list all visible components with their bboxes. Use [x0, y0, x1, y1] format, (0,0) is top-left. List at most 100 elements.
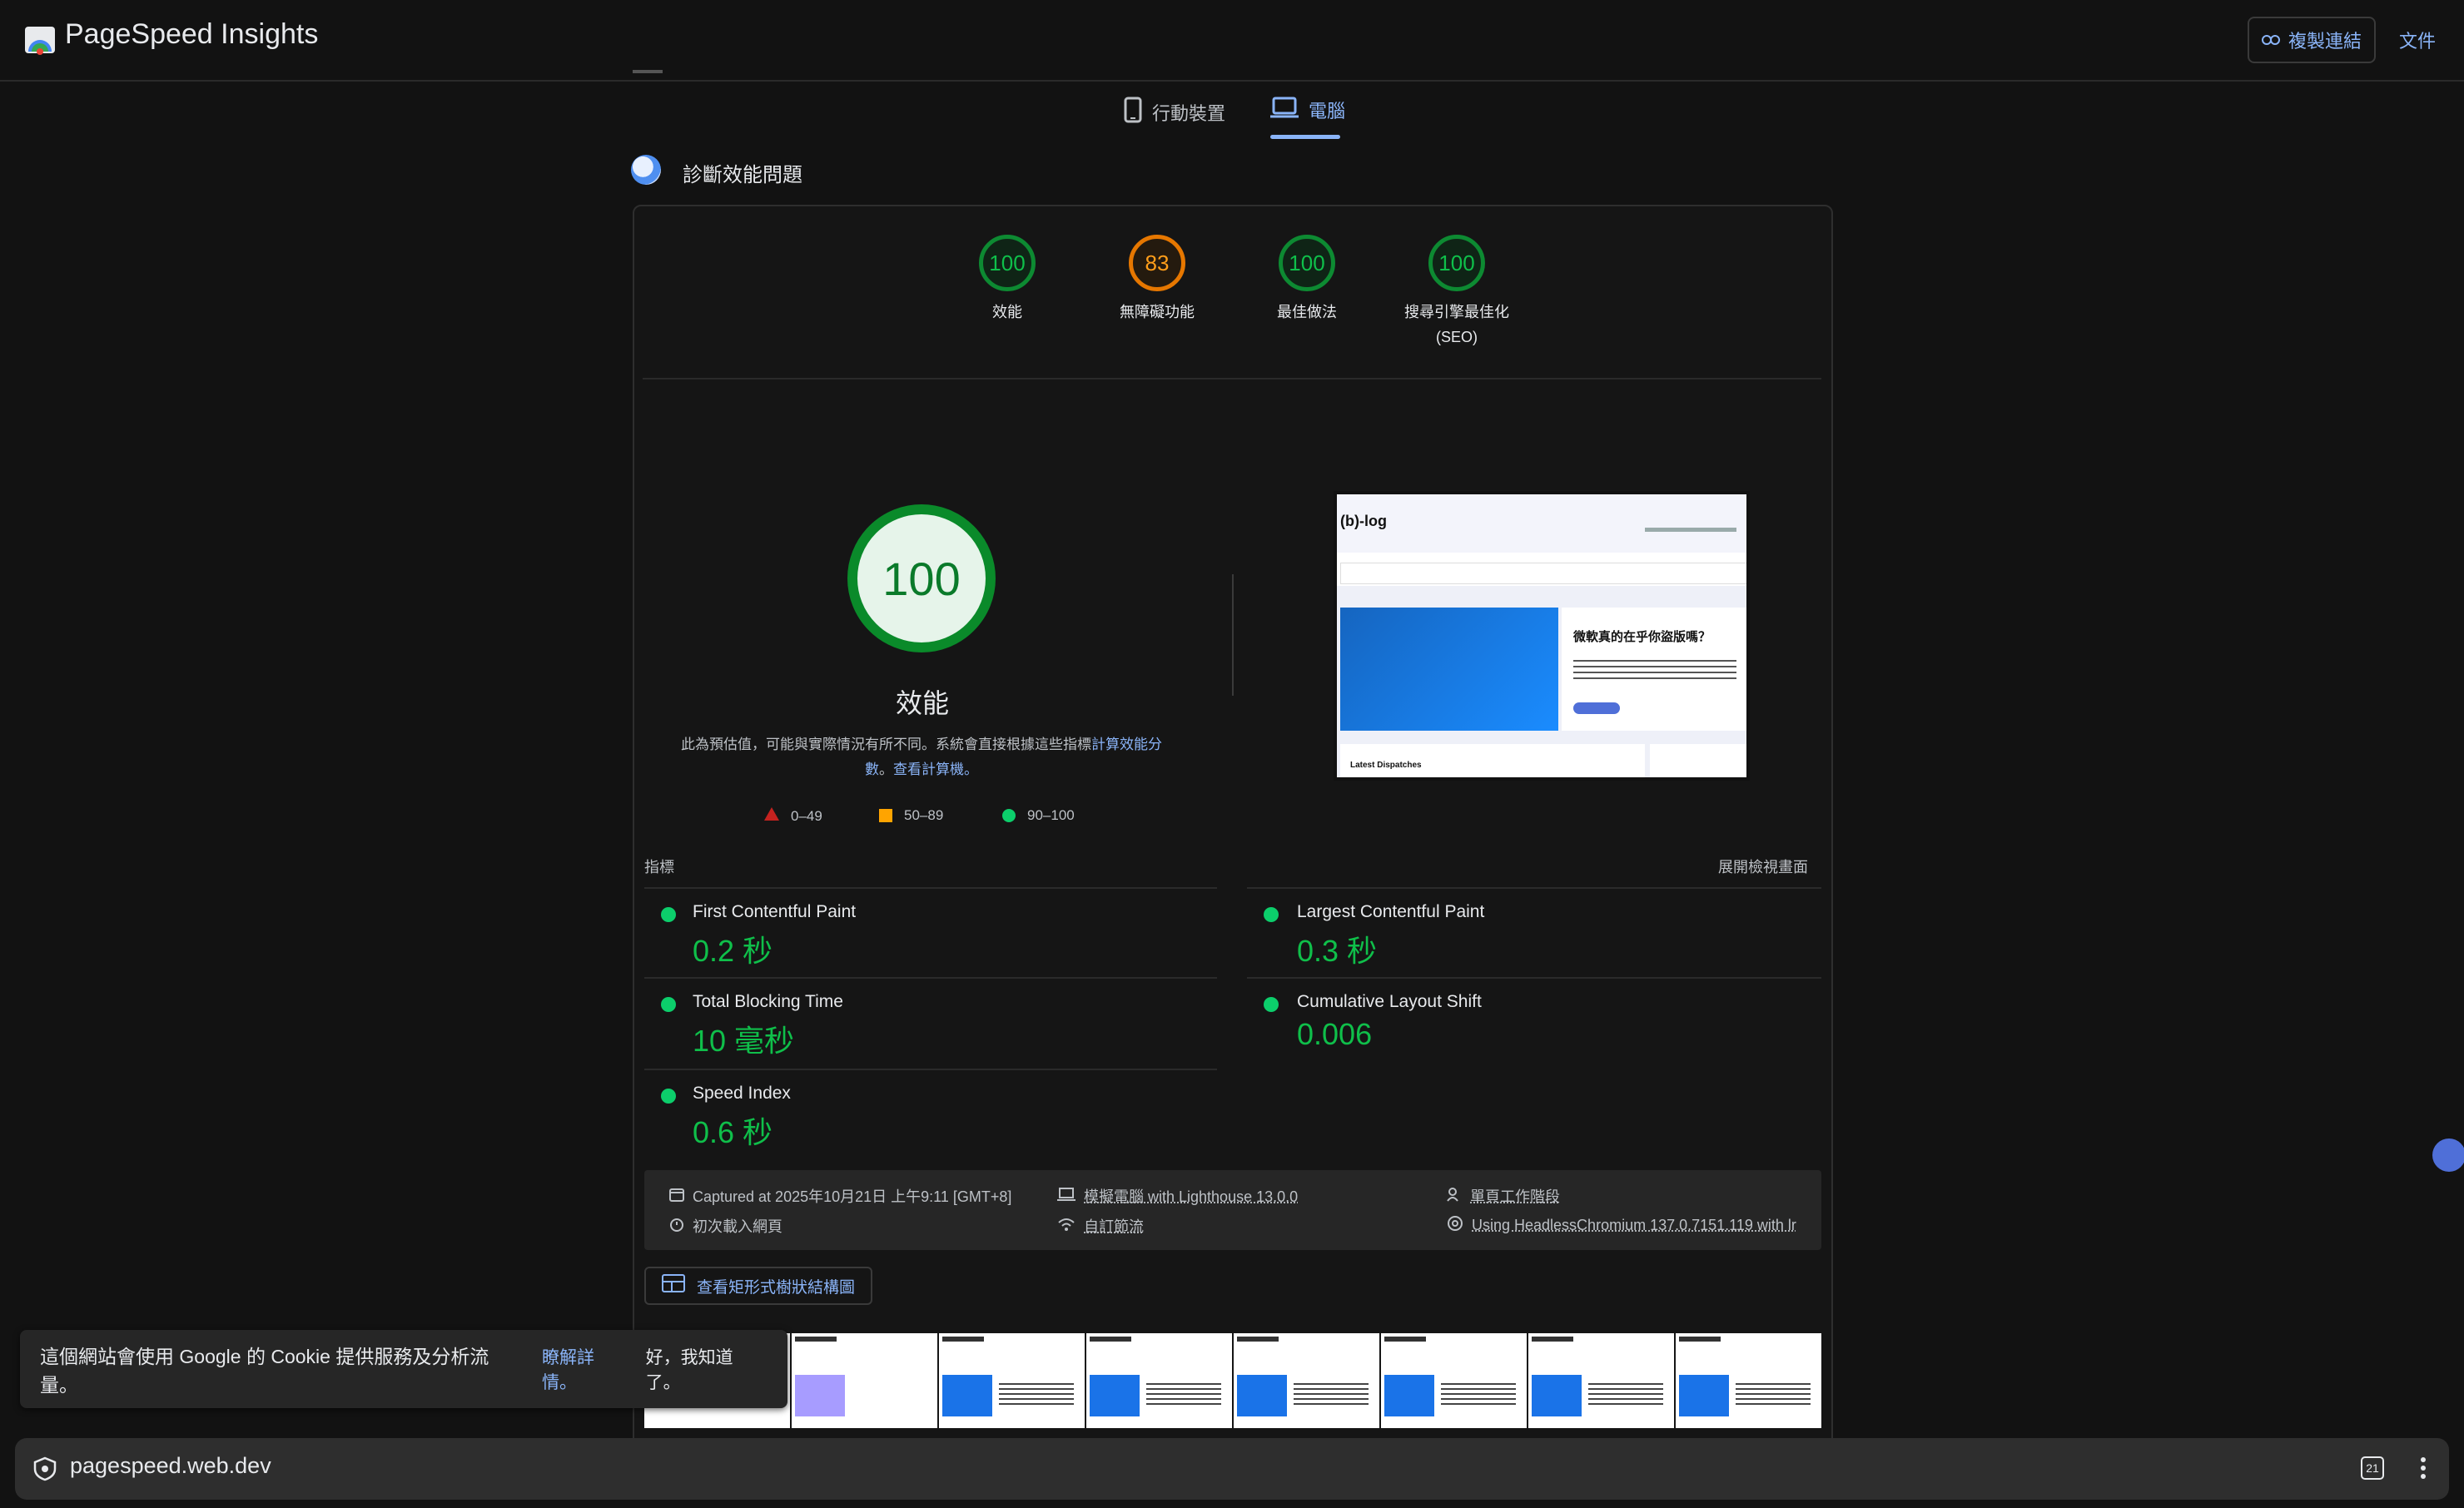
divider	[1247, 887, 1821, 889]
score-gauge: 100	[979, 235, 1036, 291]
screenshot-nav	[1645, 528, 1736, 532]
captured-text: Captured at 2025年10月21日 上午9:11 [GMT+8]	[693, 1185, 1011, 1207]
chrome-icon	[1447, 1215, 1463, 1236]
url-text[interactable]: pagespeed.web.dev	[70, 1453, 271, 1479]
category-best-practices[interactable]: 100 最佳做法	[1240, 235, 1374, 325]
treemap-label: 查看矩形式樹狀結構圖	[697, 1275, 855, 1297]
category-label: 效能	[941, 300, 1074, 325]
performance-title: 效能	[832, 682, 1012, 721]
divider	[1247, 977, 1821, 979]
filmstrip-frame[interactable]	[792, 1333, 937, 1428]
site-info-icon[interactable]	[33, 1456, 57, 1486]
scrolled-content	[633, 70, 663, 73]
screenshot-header	[1337, 494, 1746, 553]
pass-dot-icon	[661, 1089, 676, 1104]
section-title: 診斷效能問題	[683, 158, 802, 187]
vertical-divider	[1232, 574, 1234, 696]
app-title[interactable]: PageSpeed Insights	[65, 18, 318, 51]
description-separator: 。	[879, 761, 893, 777]
score-gauge: 83	[1129, 235, 1185, 291]
legend-average: 50–89	[879, 807, 943, 824]
emulated-text: 模擬電腦 with Lighthouse 13.0.0	[1084, 1185, 1298, 1207]
metric-value: 0.006	[1297, 1017, 1372, 1052]
laptop-icon	[1270, 97, 1299, 123]
cookie-text: 這個網站會使用 Google 的 Cookie 提供服務及分析流量。	[40, 1341, 525, 1397]
throttle-info[interactable]: 自訂節流	[1057, 1215, 1144, 1237]
metric-value: 0.2 秒	[693, 927, 772, 970]
divider	[644, 1069, 1217, 1070]
divider	[644, 887, 1217, 889]
treemap-icon	[662, 1274, 685, 1297]
final-screenshot[interactable]: (b)-log 微軟真的在乎你盜版嗎？ Latest Dispatches	[1334, 491, 1750, 781]
filmstrip-frame[interactable]	[1676, 1333, 1821, 1428]
category-label: 無障礙功能	[1090, 300, 1224, 325]
tab-desktop-label: 電腦	[1309, 97, 1345, 123]
pass-dot-icon	[661, 907, 676, 922]
score-gauge: 100	[1428, 235, 1485, 291]
screenshot-hero-image	[1340, 608, 1558, 731]
screenshot-button	[1573, 702, 1620, 714]
emulated-info[interactable]: 模擬電腦 with Lighthouse 13.0.0	[1057, 1185, 1298, 1207]
screenshot-headline: 微軟真的在乎你盜版嗎？	[1573, 628, 1711, 645]
timer-icon	[669, 1217, 684, 1236]
browser-text: Using HeadlessChromium 137.0.7151.119 wi…	[1472, 1217, 1796, 1234]
metric-name: Cumulative Layout Shift	[1297, 992, 1482, 1012]
metric-name: Speed Index	[693, 1084, 791, 1104]
filmstrip-frame[interactable]	[939, 1333, 1085, 1428]
phone-icon	[1124, 97, 1142, 128]
treemap-button[interactable]: 查看矩形式樹狀結構圖	[644, 1267, 872, 1305]
performance-score-gauge: 100	[847, 504, 996, 652]
screenshot-side-card	[1650, 744, 1746, 781]
category-seo[interactable]: 100 搜尋引擎最佳化 (SEO)	[1390, 235, 1523, 350]
description-text: 此為預估值，可能與實際情況有所不同。系統會直接根據這些指標	[681, 737, 1091, 752]
cookie-ok-button[interactable]: 好，我知道了。	[646, 1344, 768, 1394]
filmstrip-frame[interactable]	[1234, 1333, 1379, 1428]
filmstrip-frame[interactable]	[1528, 1333, 1674, 1428]
screenshot-search	[1340, 563, 1748, 584]
top-app-bar	[0, 0, 2464, 82]
browser-url-bar[interactable]	[15, 1438, 2449, 1500]
divider	[643, 378, 1821, 379]
performance-description: 此為預估值，可能與實際情況有所不同。系統會直接根據這些指標計算效能分數。查看計算…	[676, 732, 1167, 782]
screenshot-section-label: Latest Dispatches	[1350, 761, 1422, 770]
diagnose-icon	[631, 155, 661, 185]
run-info-box	[644, 1170, 1821, 1250]
session-info[interactable]: 單頁工作階段	[1447, 1185, 1560, 1207]
copy-link-button[interactable]: 複製連結	[2248, 17, 2376, 63]
floating-assistant-icon[interactable]	[2432, 1138, 2464, 1172]
load-info: 初次載入網頁	[669, 1215, 782, 1237]
category-label: 搜尋引擎最佳化 (SEO)	[1390, 300, 1523, 350]
metric-name: First Contentful Paint	[693, 902, 856, 922]
captured-info: Captured at 2025年10月21日 上午9:11 [GMT+8]	[669, 1185, 1011, 1207]
legend-average-label: 50–89	[904, 807, 943, 824]
metric-value: 0.3 秒	[1297, 927, 1377, 970]
filmstrip-frame[interactable]	[1381, 1333, 1527, 1428]
calendar-icon	[669, 1187, 684, 1206]
divider	[644, 977, 1217, 979]
category-performance[interactable]: 100 效能	[941, 235, 1074, 325]
calculator-link[interactable]: 查看計算機。	[893, 761, 978, 777]
more-menu-icon[interactable]	[2419, 1455, 2427, 1486]
filmstrip	[644, 1333, 1821, 1428]
cookie-learn-more-link[interactable]: 瞭解詳情。	[542, 1344, 629, 1394]
tab-desktop[interactable]: 電腦	[1270, 97, 1345, 123]
metric-value: 0.6 秒	[693, 1109, 772, 1152]
pass-dot-icon	[1264, 907, 1279, 922]
cookie-banner: 這個網站會使用 Google 的 Cookie 提供服務及分析流量。 瞭解詳情。…	[20, 1330, 787, 1408]
triangle-icon	[764, 807, 779, 825]
browser-info[interactable]: Using HeadlessChromium 137.0.7151.119 wi…	[1447, 1215, 1796, 1236]
category-accessibility[interactable]: 83 無障礙功能	[1090, 235, 1224, 325]
tab-mobile-label: 行動裝置	[1152, 99, 1225, 126]
expand-view-toggle[interactable]: 展開檢視畫面	[1718, 856, 1808, 877]
category-label-line2: (SEO)	[1390, 325, 1523, 350]
legend-pass-label: 90–100	[1027, 807, 1075, 824]
metrics-header: 指標	[644, 856, 674, 877]
tab-mobile[interactable]: 行動裝置	[1124, 97, 1225, 128]
pagespeed-logo-icon[interactable]	[23, 23, 57, 57]
throttle-text: 自訂節流	[1084, 1215, 1144, 1237]
tab-switcher-button[interactable]: 21	[2361, 1456, 2384, 1480]
filmstrip-frame[interactable]	[1086, 1333, 1232, 1428]
screenshot-text-lines	[1573, 656, 1736, 681]
docs-link[interactable]: 文件	[2399, 27, 2436, 53]
square-icon	[879, 809, 892, 822]
